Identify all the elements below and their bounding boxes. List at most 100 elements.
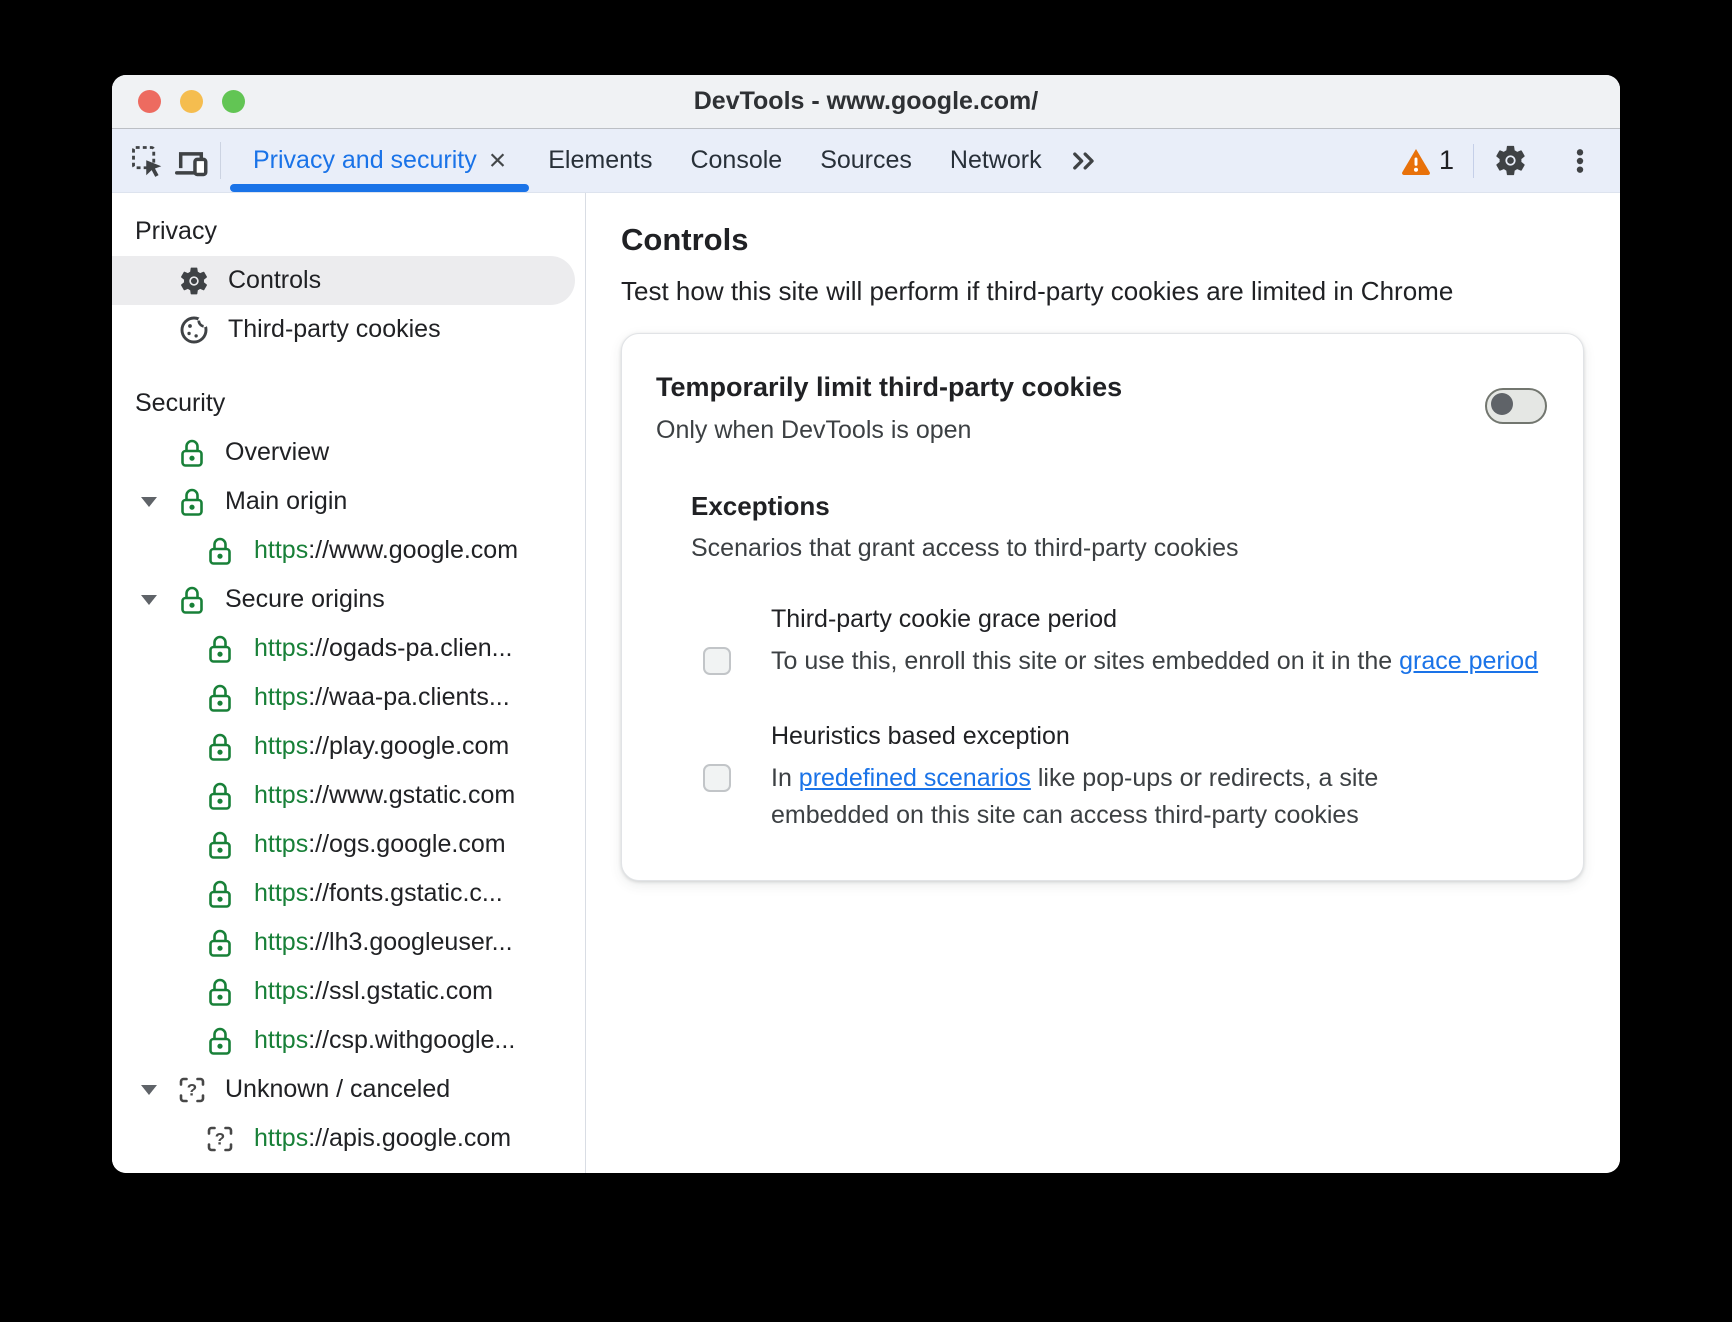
sidebar-item-origin[interactable]: https://fonts.gstatic.c...: [112, 869, 585, 918]
origin-host: ://apis.google.com: [308, 1124, 512, 1152]
tab-label: Elements: [548, 146, 653, 174]
tab-console[interactable]: Console: [671, 129, 801, 192]
limit-cookies-toggle[interactable]: [1485, 388, 1547, 424]
origin-scheme: https: [254, 732, 309, 760]
cookie-icon: [178, 314, 210, 346]
description-text: In: [771, 764, 799, 792]
sidebar-item-label: Third-party cookies: [228, 315, 441, 343]
tab-sources[interactable]: Sources: [801, 129, 931, 192]
card-title: Temporarily limit third-party cookies: [656, 372, 1123, 402]
tab-label: Sources: [820, 146, 912, 174]
origin-scheme: https: [254, 781, 309, 809]
close-window-button[interactable]: [138, 90, 161, 113]
minimize-window-button[interactable]: [180, 90, 203, 113]
sidebar-item-unknown-canceled[interactable]: ? Unknown / canceled: [112, 1065, 585, 1114]
inspect-cursor-icon[interactable]: [125, 129, 169, 192]
tab-label: Network: [949, 146, 1042, 174]
svg-text:?: ?: [215, 1129, 225, 1148]
expand-arrow-icon[interactable]: [140, 594, 157, 605]
toggle-knob: [1491, 393, 1513, 415]
sidebar-item-main-origin[interactable]: Main origin: [112, 477, 585, 526]
zoom-window-button[interactable]: [222, 90, 245, 113]
sidebar-item-origin[interactable]: https://www.gstatic.com: [112, 771, 585, 820]
origin-scheme: https: [254, 536, 309, 564]
sidebar-item-label: Controls: [228, 266, 322, 294]
lock-icon: [205, 878, 235, 910]
lock-icon: [205, 731, 235, 763]
more-tabs-icon[interactable]: [1061, 129, 1107, 192]
sidebar-item-third-party-cookies[interactable]: Third-party cookies: [112, 305, 585, 354]
lock-icon: [177, 486, 207, 518]
sidebar-item-origin[interactable]: https://www.google.com: [112, 526, 585, 575]
sidebar-item-controls[interactable]: Controls: [112, 256, 575, 305]
origin-host: ://www.gstatic.com: [308, 781, 516, 809]
warning-icon: [1401, 148, 1430, 175]
origin-host: ://play.google.com: [308, 732, 510, 760]
sidebar-item-origin[interactable]: https://ssl.gstatic.com: [112, 967, 585, 1016]
tab-elements[interactable]: Elements: [529, 129, 671, 192]
sidebar-item-origin[interactable]: https://play.google.com: [112, 722, 585, 771]
exception-title: Third-party cookie grace period: [771, 605, 1117, 633]
issues-counter[interactable]: 1: [1400, 145, 1454, 177]
sidebar-item-secure-origins[interactable]: Secure origins: [112, 575, 585, 624]
lock-icon: [205, 682, 235, 714]
page-title: Controls: [621, 222, 749, 257]
kebab-menu-icon[interactable]: [1564, 145, 1596, 177]
exceptions-section: Exceptions Scenarios that grant access t…: [691, 491, 1543, 834]
origin-scheme: https: [254, 683, 309, 711]
sidebar-item-security-overview[interactable]: Overview: [112, 428, 585, 477]
warning-count: 1: [1438, 145, 1454, 175]
origin-scheme: https: [254, 1026, 309, 1054]
origin-scheme: https: [254, 977, 309, 1005]
origin-scheme: https: [254, 830, 309, 858]
privacy-section-header: Privacy: [135, 217, 217, 245]
controls-panel: Controls Test how this site will perform…: [586, 193, 1620, 1173]
exceptions-subtitle: Scenarios that grant access to third-par…: [691, 534, 1239, 562]
traffic-lights: [138, 75, 245, 128]
origin-host: ://lh3.googleuser...: [308, 928, 513, 956]
close-icon[interactable]: ×: [489, 145, 507, 176]
sidebar-item-origin[interactable]: https://waa-pa.clients...: [112, 673, 585, 722]
security-section-header: Security: [135, 389, 226, 417]
exception-title: Heuristics based exception: [771, 722, 1070, 750]
lock-icon: [205, 633, 235, 665]
predefined-scenarios-link[interactable]: predefined scenarios: [799, 764, 1031, 792]
gear-icon: [178, 265, 210, 297]
expand-arrow-icon[interactable]: [140, 496, 157, 507]
lock-icon: [205, 976, 235, 1008]
tree-item-label: Unknown / canceled: [225, 1075, 451, 1103]
page-subtitle: Test how this site will perform if third…: [621, 276, 1454, 306]
lock-icon: [205, 780, 235, 812]
sidebar-item-origin[interactable]: https://ogs.google.com: [112, 820, 585, 869]
gear-icon[interactable]: [1493, 143, 1528, 178]
device-toolbar-icon[interactable]: [169, 129, 213, 192]
grace-period-checkbox[interactable]: [703, 647, 731, 675]
sidebar-item-origin[interactable]: https://csp.withgoogle...: [112, 1016, 585, 1065]
origin-host: ://www.google.com: [308, 536, 519, 564]
unknown-origin-icon: ?: [205, 1124, 235, 1154]
exceptions-header: Exceptions: [691, 491, 830, 521]
exception-description: To use this, enroll this site or sites e…: [771, 643, 1543, 680]
sidebar-item-origin[interactable]: https://lh3.googleuser...: [112, 918, 585, 967]
sidebar-item-origin[interactable]: ? https://apis.google.com: [112, 1114, 585, 1163]
tree-item-label: Overview: [225, 438, 330, 466]
privacy-security-sidebar: Privacy Controls Third-party cookies Sec…: [112, 193, 586, 1173]
devtools-window: DevTools - www.google.com/ Privacy and s…: [112, 75, 1620, 1173]
origin-host: ://waa-pa.clients...: [308, 683, 510, 711]
unknown-origin-icon: ?: [177, 1075, 207, 1105]
grace-period-link[interactable]: grace period: [1399, 647, 1538, 675]
exception-grace-period: Third-party cookie grace period To use t…: [691, 601, 1543, 680]
heuristics-checkbox[interactable]: [703, 764, 731, 792]
devtools-tab-bar: Privacy and security × Elements Console …: [112, 129, 1620, 193]
exception-description: In predefined scenarios like pop-ups or …: [771, 760, 1471, 834]
exception-heuristics: Heuristics based exception In predefined…: [691, 718, 1471, 834]
tab-privacy-and-security[interactable]: Privacy and security ×: [230, 129, 530, 192]
limit-cookies-card: Temporarily limit third-party cookies On…: [621, 333, 1584, 881]
origin-host: ://ssl.gstatic.com: [308, 977, 493, 1005]
tab-network[interactable]: Network: [931, 129, 1061, 192]
window-title: DevTools - www.google.com/: [693, 87, 1039, 115]
expand-arrow-icon[interactable]: [140, 1084, 157, 1095]
sidebar-item-origin[interactable]: https://ogads-pa.clien...: [112, 624, 585, 673]
origin-scheme: https: [254, 928, 309, 956]
description-text: To use this, enroll this site or sites e…: [771, 647, 1400, 675]
